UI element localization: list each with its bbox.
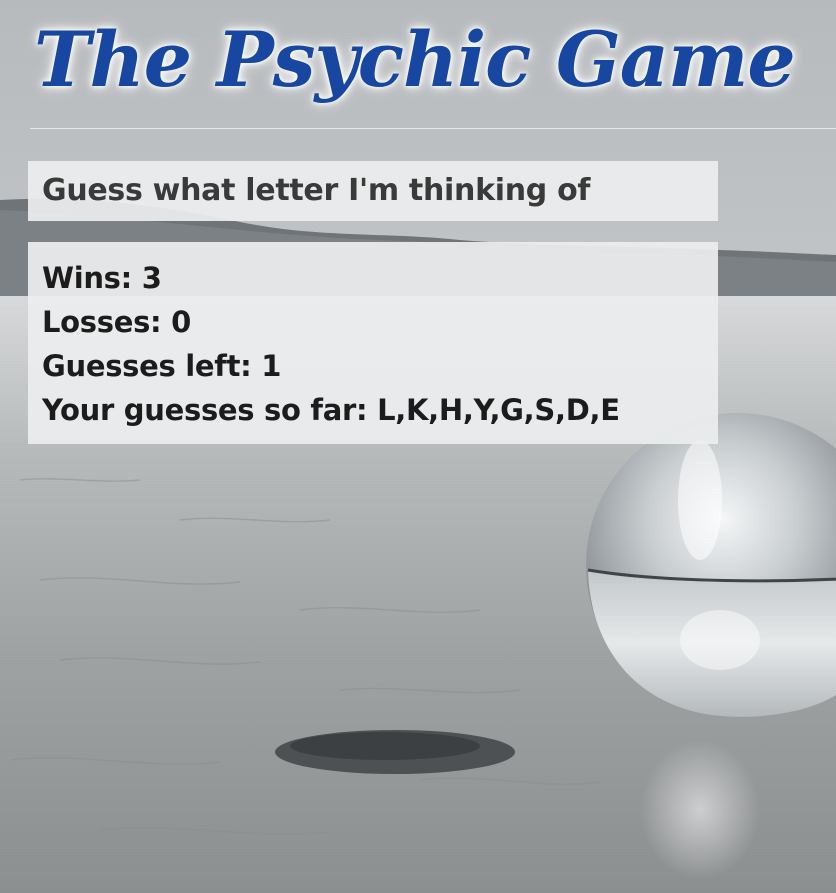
- wins-value: 3: [141, 261, 162, 295]
- losses-stat: Losses: 0: [42, 300, 718, 344]
- wins-label: Wins:: [42, 261, 132, 295]
- prompt-panel: Guess what letter I'm thinking of: [28, 161, 718, 221]
- losses-value: 0: [171, 305, 192, 339]
- guesses-so-far-stat: Your guesses so far: L,K,H,Y,G,S,D,E: [42, 388, 718, 432]
- losses-label: Losses:: [42, 305, 162, 339]
- guesses-left-label: Guesses left:: [42, 349, 252, 383]
- background-photo: [0, 0, 836, 893]
- guesses-left-stat: Guesses left: 1: [42, 344, 718, 388]
- prompt-text: Guess what letter I'm thinking of: [42, 173, 591, 208]
- stats-panel: Wins: 3 Losses: 0 Guesses left: 1 Your g…: [28, 242, 718, 444]
- page-title: The Psychic Game: [34, 15, 796, 104]
- guesses-so-far-value: L,K,H,Y,G,S,D,E: [377, 393, 620, 427]
- guesses-so-far-label: Your guesses so far:: [42, 393, 368, 427]
- title-divider: [30, 128, 836, 129]
- wins-stat: Wins: 3: [42, 256, 718, 300]
- guesses-left-value: 1: [261, 349, 282, 383]
